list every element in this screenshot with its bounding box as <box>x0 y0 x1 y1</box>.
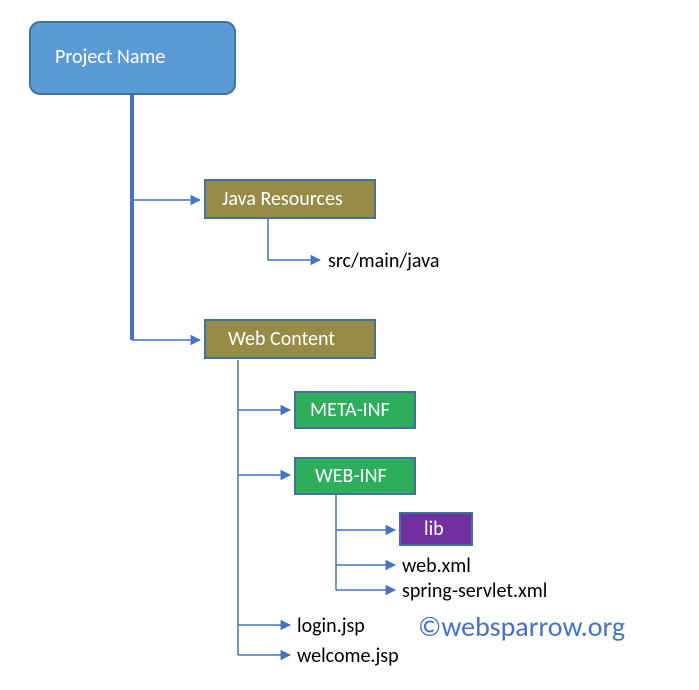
node-web-content: Web Content <box>205 320 375 358</box>
java-resources-label: Java Resources <box>222 187 343 211</box>
node-java-resources: Java Resources <box>205 180 375 218</box>
welcome-jsp-label: welcome.jsp <box>297 644 399 668</box>
watermark: ©websparrow.org <box>418 609 625 644</box>
lib-label: lib <box>424 517 444 541</box>
meta-inf-label: META-INF <box>310 398 390 422</box>
web-content-label: Web Content <box>228 327 335 351</box>
spring-servlet-xml-label: spring-servlet.xml <box>402 579 547 603</box>
project-structure-diagram: Project Name Java Resources src/main/jav… <box>0 0 699 690</box>
project-name-label: Project Name <box>55 45 165 69</box>
node-project-name: Project Name <box>30 22 235 94</box>
node-lib: lib <box>400 513 472 545</box>
node-meta-inf: META-INF <box>295 392 415 428</box>
web-inf-label: WEB-INF <box>315 464 387 488</box>
login-jsp-label: login.jsp <box>297 614 365 638</box>
web-xml-label: web.xml <box>402 554 471 578</box>
node-web-inf: WEB-INF <box>295 458 415 494</box>
src-main-java-label: src/main/java <box>328 249 439 273</box>
